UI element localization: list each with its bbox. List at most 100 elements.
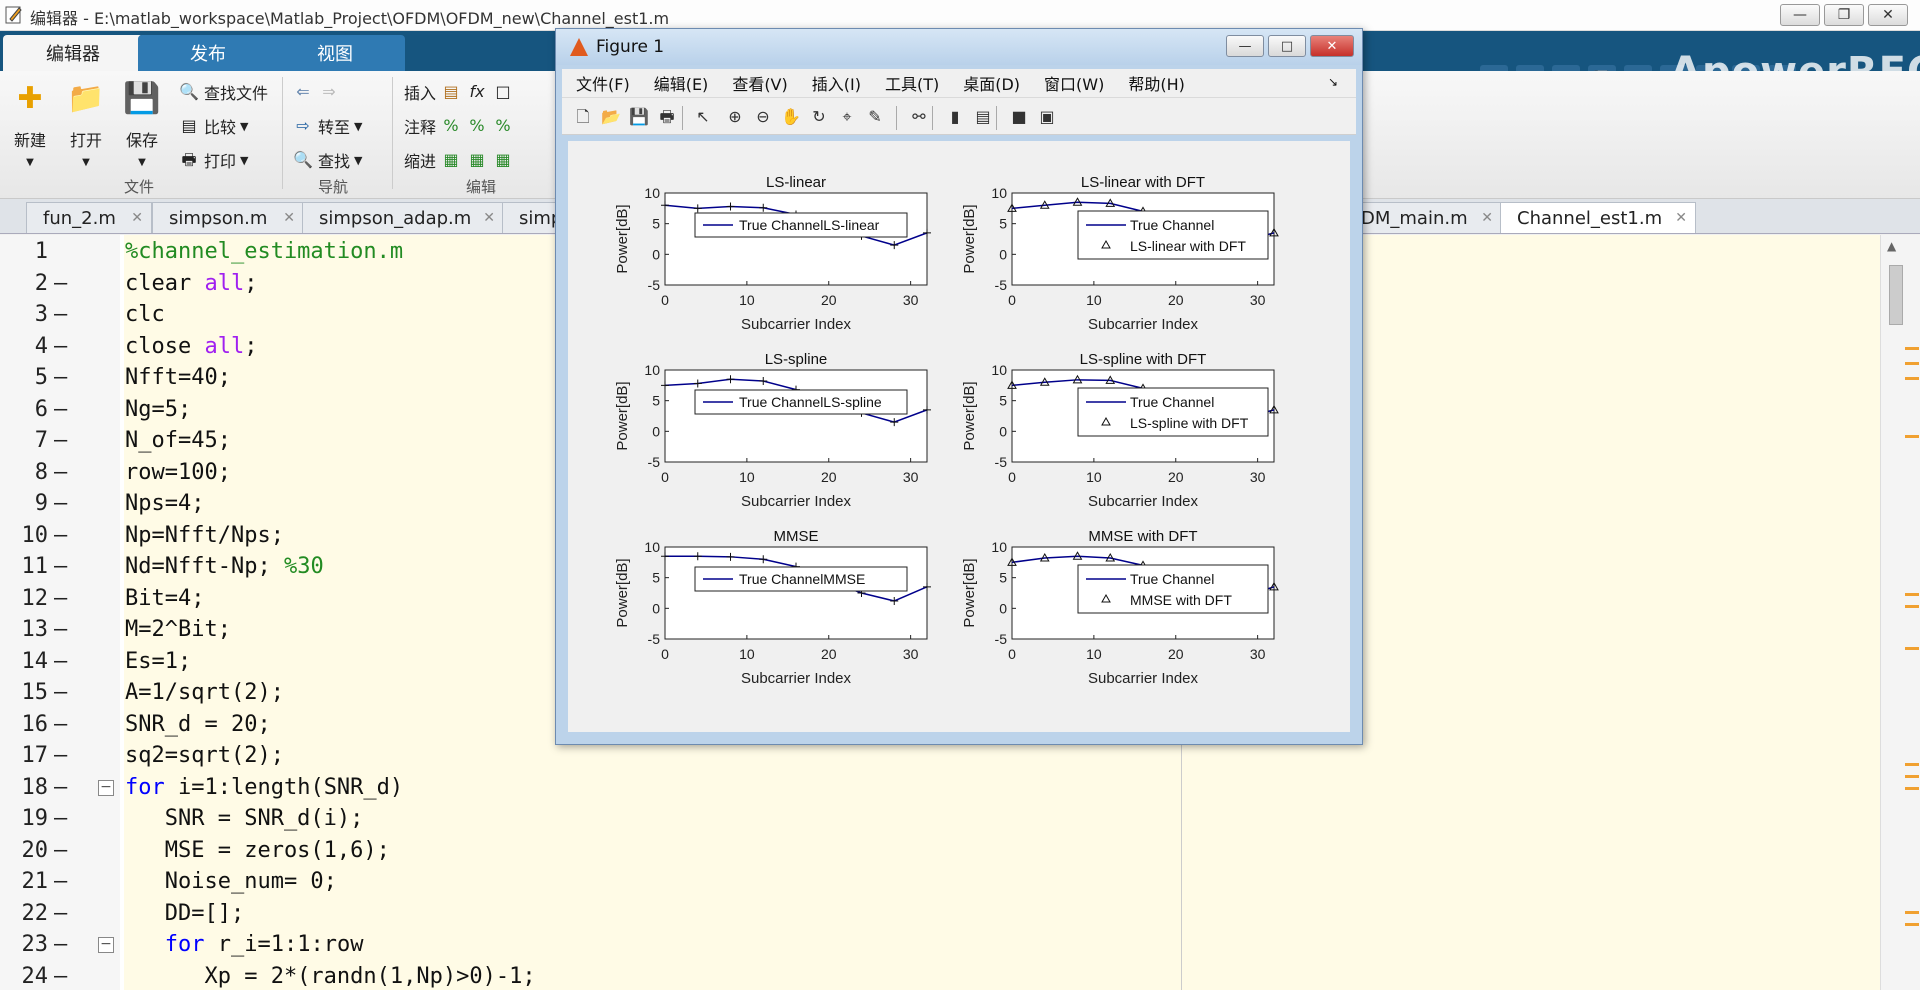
breakpoint-marker[interactable]: –: [54, 271, 67, 296]
breakpoint-marker[interactable]: –: [54, 806, 67, 831]
save-button[interactable]: 💾 保存 ▼: [114, 79, 170, 168]
file-tab[interactable]: DM_main.m ✕: [1352, 202, 1502, 233]
code-line[interactable]: 20– MSE = zeros(1,6);: [0, 838, 1880, 869]
close-button[interactable]: ✕: [1868, 4, 1908, 26]
pointer-icon[interactable]: ↖: [692, 106, 714, 128]
code-line[interactable]: 23– − for r_i=1:1:row: [0, 932, 1880, 963]
figure-minimize-button[interactable]: —: [1226, 35, 1264, 57]
print-button[interactable]: 🖶 打印 ▼: [178, 147, 248, 173]
pan-icon[interactable]: ✋: [780, 106, 802, 128]
code-line[interactable]: 22– DD=[];: [0, 901, 1880, 932]
zoom-out-icon[interactable]: ⊖: [752, 106, 774, 128]
close-tab-icon[interactable]: ✕: [1481, 210, 1493, 226]
code-line[interactable]: 18– − for i=1:length(SNR_d): [0, 775, 1880, 806]
hide-tools-icon[interactable]: ■: [1008, 106, 1030, 128]
warning-marker[interactable]: [1905, 605, 1919, 608]
tab-publish[interactable]: 发布: [138, 35, 278, 71]
warning-marker[interactable]: [1905, 647, 1919, 650]
breakpoint-marker[interactable]: –: [54, 586, 67, 611]
breakpoint-marker[interactable]: –: [54, 649, 67, 674]
warning-marker[interactable]: [1905, 377, 1919, 380]
breakpoint-marker[interactable]: –: [54, 554, 67, 579]
figure-close-button[interactable]: ✕: [1310, 35, 1354, 57]
warning-marker[interactable]: [1905, 435, 1919, 438]
indent-button[interactable]: 缩进 ▦ ▦ ▦: [404, 147, 514, 173]
close-tab-icon[interactable]: ✕: [483, 210, 495, 226]
figure-maximize-button[interactable]: □: [1268, 35, 1306, 57]
comment-button[interactable]: 注释%%%: [404, 113, 514, 139]
menu-desktop[interactable]: 桌面(D): [963, 71, 1020, 95]
new-button[interactable]: ✚ 新建 ▼: [2, 79, 58, 168]
menu-help[interactable]: 帮助(H): [1128, 71, 1185, 95]
breakpoint-marker[interactable]: –: [54, 775, 67, 800]
close-tab-icon[interactable]: ✕: [1675, 210, 1687, 226]
breakpoint-marker[interactable]: –: [54, 334, 67, 359]
scroll-thumb[interactable]: [1889, 265, 1903, 325]
warning-marker[interactable]: [1905, 911, 1919, 914]
menu-file[interactable]: 文件(F): [576, 71, 630, 95]
close-tab-icon[interactable]: ✕: [131, 210, 143, 226]
save-icon[interactable]: 💾: [628, 106, 650, 128]
file-tab[interactable]: simpson.m ✕: [152, 202, 304, 233]
breakpoint-marker[interactable]: –: [54, 428, 67, 453]
breakpoint-marker[interactable]: –: [54, 712, 67, 737]
rotate-icon[interactable]: ↻: [808, 106, 830, 128]
breakpoint-marker[interactable]: –: [54, 397, 67, 422]
link-icon[interactable]: ⚯: [908, 106, 930, 128]
open-icon[interactable]: 📂: [600, 106, 622, 128]
insert-button[interactable]: 插入 ▤ fx □: [404, 79, 514, 105]
close-tab-icon[interactable]: ✕: [283, 210, 295, 226]
show-tools-icon[interactable]: ▣: [1036, 106, 1058, 128]
breakpoint-marker[interactable]: –: [54, 523, 67, 548]
file-tab[interactable]: fun_2.m ✕: [26, 202, 152, 233]
maximize-button[interactable]: ❐: [1824, 4, 1864, 26]
warning-marker[interactable]: [1905, 923, 1919, 926]
find-button[interactable]: 🔍 查找 ▼: [292, 147, 362, 173]
code-line[interactable]: 24– Xp = 2*(randn(1,Np)>0)-1;: [0, 964, 1880, 990]
code-line[interactable]: 21– Noise_num= 0;: [0, 869, 1880, 900]
breakpoint-marker[interactable]: –: [54, 491, 67, 516]
warning-marker[interactable]: [1905, 763, 1919, 766]
tab-view[interactable]: 视图: [265, 35, 405, 71]
breakpoint-marker[interactable]: –: [54, 365, 67, 390]
fold-toggle-icon[interactable]: −: [98, 779, 114, 796]
brush-icon[interactable]: ✎: [864, 106, 886, 128]
goto-button[interactable]: ⇨ 转至 ▼: [292, 113, 362, 139]
breakpoint-marker[interactable]: –: [54, 302, 67, 327]
file-tab[interactable]: simpson_adap.m ✕: [302, 202, 504, 233]
warning-marker[interactable]: [1905, 347, 1919, 350]
data-cursor-icon[interactable]: ⌖: [836, 106, 858, 128]
file-tab[interactable]: simp: [502, 202, 562, 233]
warning-marker[interactable]: [1905, 362, 1919, 365]
menu-tools[interactable]: 工具(T): [885, 71, 939, 95]
fold-toggle-icon[interactable]: −: [98, 937, 114, 953]
code-line[interactable]: 19– SNR = SNR_d(i);: [0, 806, 1880, 837]
breakpoint-marker[interactable]: –: [54, 617, 67, 642]
breakpoint-marker[interactable]: –: [54, 460, 67, 485]
scroll-up-icon[interactable]: ▲: [1887, 239, 1896, 253]
back-forward-buttons[interactable]: ⇐ ⇒: [292, 79, 340, 105]
warning-marker[interactable]: [1905, 775, 1919, 778]
menu-edit[interactable]: 编辑(E): [654, 71, 709, 95]
warning-marker[interactable]: [1905, 787, 1919, 790]
find-files-button[interactable]: 🔍 查找文件: [178, 79, 268, 105]
tab-editor[interactable]: 编辑器: [3, 35, 143, 71]
figure-titlebar[interactable]: Figure 1 — □ ✕: [556, 29, 1362, 65]
menu-window[interactable]: 窗口(W): [1044, 71, 1104, 95]
breakpoint-marker[interactable]: –: [54, 838, 67, 863]
code-line[interactable]: 17– sq2=sqrt(2);: [0, 743, 1880, 774]
print-icon[interactable]: 🖶: [656, 106, 678, 128]
breakpoint-marker[interactable]: –: [54, 680, 67, 705]
warning-marker[interactable]: [1905, 593, 1919, 596]
zoom-in-icon[interactable]: ⊕: [724, 106, 746, 128]
breakpoint-marker[interactable]: –: [54, 964, 67, 989]
dock-arrow-icon[interactable]: ↘: [1328, 75, 1338, 89]
compare-button[interactable]: ▤ 比较 ▼: [178, 113, 248, 139]
menu-insert[interactable]: 插入(I): [812, 71, 861, 95]
colorbar-icon[interactable]: ▮: [944, 106, 966, 128]
menu-view[interactable]: 查看(V): [732, 71, 787, 95]
vertical-scrollbar[interactable]: ▲: [1880, 235, 1920, 990]
open-button[interactable]: 📁 打开 ▼: [58, 79, 114, 168]
minimize-button[interactable]: —: [1780, 4, 1820, 26]
breakpoint-marker[interactable]: –: [54, 932, 67, 957]
